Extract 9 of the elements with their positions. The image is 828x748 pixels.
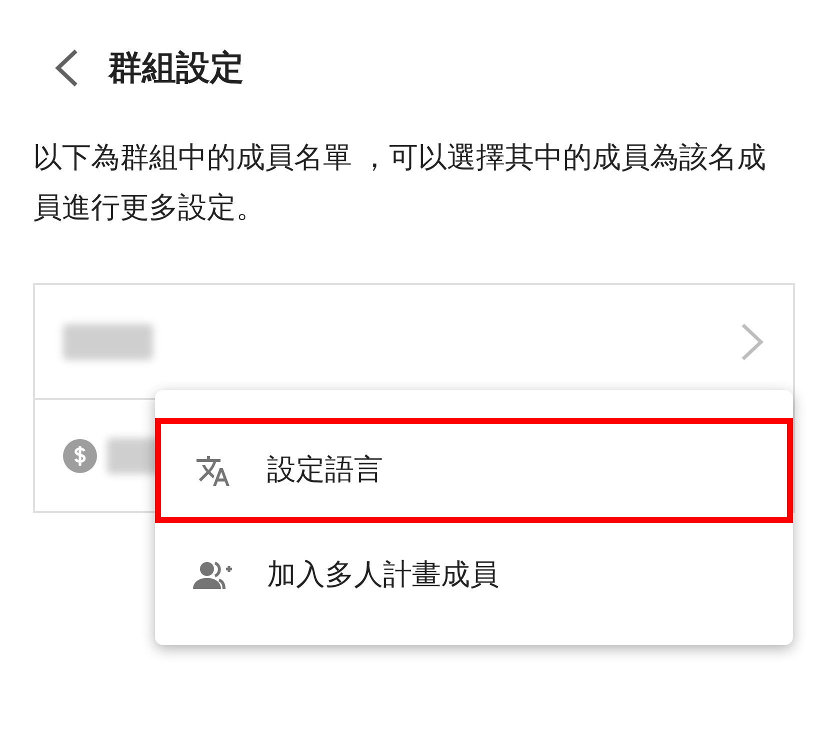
page-title: 群組設定: [108, 48, 244, 88]
menu-item[interactable]: 加入多人計畫成員: [155, 523, 793, 628]
menu-item-label: 設定語言: [267, 452, 383, 488]
chevron-right-icon: [739, 322, 765, 362]
dollar-icon: [63, 438, 97, 472]
menu-item-label: 加入多人計畫成員: [267, 558, 499, 593]
add-people-icon: [193, 560, 233, 590]
menu-item[interactable]: 設定語言: [155, 418, 793, 523]
description-text: 以下為群組中的成員名單 ，可以選擇其中的成員為該名成員進行更多設定。: [33, 141, 768, 226]
